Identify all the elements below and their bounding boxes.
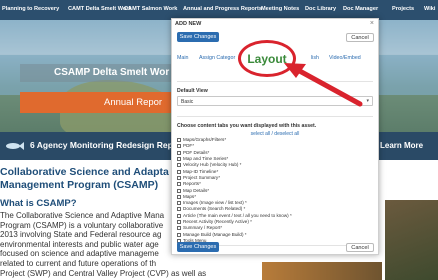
checkbox[interactable] (177, 232, 181, 237)
article-content: Collaborative Science and Adapta Managem… (0, 166, 207, 278)
nav-item-camt-delta-smelt-work[interactable]: CAMT Delta Smelt Work (68, 6, 132, 12)
hero-banner-title: CSAMP Delta Smelt Wor (20, 64, 174, 82)
hero-banner-annual-report-text: Annual Repor (104, 97, 163, 108)
content-tab-checklist: Maps/Graphs/Filters* PDF* PDF Details* M… (177, 137, 373, 244)
article-line: focused on science and adaptive manageme (0, 249, 159, 259)
hero-banner-title-text: CSAMP Delta Smelt Wor (54, 67, 170, 78)
nav-item-annual-progress-reports[interactable]: Annual and Progress Reports (183, 6, 262, 12)
checkbox[interactable] (177, 169, 181, 174)
bottom-photo (262, 262, 382, 280)
checklist-item-label: Documents (Search Related) * (183, 206, 246, 212)
checkbox[interactable] (177, 150, 181, 155)
checkbox[interactable] (177, 220, 181, 224)
save-changes-button-top[interactable]: Save Changes (177, 32, 219, 42)
checkbox[interactable] (177, 175, 181, 180)
checklist-item-label: Images (Image view / list text) * (183, 200, 247, 206)
chevron-down-icon: ▾ (366, 98, 369, 104)
checklist-item-label: Velocity Hub (Velocity Hub) * (183, 162, 242, 168)
cancel-button-bottom[interactable]: Cancel (346, 243, 374, 252)
checklist-item-label: Project Summary* (183, 174, 221, 180)
modal-title: ADD NEW (175, 21, 202, 27)
checklist-item-label: Article (The main event / text / all you… (183, 212, 292, 218)
nav-item-planning-to-recovery[interactable]: Planning to Recovery (2, 6, 59, 12)
article-line: The Collaborative Science and Adaptive M… (0, 211, 165, 220)
cancel-button-top[interactable]: Cancel (346, 33, 374, 42)
fish-icon (6, 142, 24, 150)
nav-item-doc-manager[interactable]: Doc Manager (343, 6, 378, 12)
checkbox[interactable] (177, 201, 181, 206)
checkbox[interactable] (177, 207, 181, 212)
top-navigation-bar: Planning to Recovery CAMT Delta Smelt Wo… (0, 0, 438, 20)
checkbox[interactable] (177, 188, 181, 193)
red-arrow-icon (284, 63, 363, 107)
checkbox[interactable] (177, 226, 181, 231)
checkbox[interactable] (177, 213, 181, 218)
learn-more-link[interactable]: Learn More (380, 141, 423, 150)
close-icon[interactable]: × (370, 20, 374, 27)
save-changes-button-bottom[interactable]: Save Changes (177, 242, 219, 252)
checklist-item-label: Summary / Report* (183, 225, 223, 231)
checklist-item-label: PDF* (183, 143, 194, 149)
article-line: Program (CSAMP) is a voluntary collabora… (0, 220, 164, 230)
checklist-item-label: Reports* (183, 181, 201, 187)
checklist-item-label: Manage Build (Manage Build) * (183, 231, 247, 237)
checklist-item-label: Maps/Graphs/Filters* (183, 137, 227, 143)
checkbox[interactable] (177, 163, 181, 168)
checklist-item-label: Map Details* (183, 187, 210, 193)
checkbox[interactable] (177, 144, 181, 149)
checklist-item-label: Map and Time Series* (183, 156, 229, 162)
nav-item-camt-salmon-work[interactable]: CAMT Salmon Work (124, 6, 177, 12)
article-heading-line-2: Management Program (CSAMP) (0, 179, 159, 191)
checkbox[interactable] (177, 157, 181, 162)
nav-item-doc-library[interactable]: Doc Library (305, 6, 336, 12)
add-new-modal: ADD NEW × Save Changes Cancel Main Assig… (171, 18, 379, 255)
hero-banner-annual-report[interactable]: Annual Repor (20, 92, 174, 113)
tab-main[interactable]: Main (177, 55, 188, 61)
side-photo (385, 200, 438, 280)
nav-item-meeting-notes[interactable]: Meeting Notes (261, 6, 299, 12)
tab-assign-category[interactable]: Assign Categor (199, 55, 235, 61)
article-subheading: What is CSAMP? (0, 198, 77, 209)
checklist-item-label: Recent Activity (Recently Active) * (183, 219, 252, 224)
divider (177, 116, 373, 117)
nav-item-projects[interactable]: Projects (392, 6, 414, 12)
default-view-label: Default View (177, 88, 208, 94)
nav-item-wiki[interactable]: Wiki (424, 6, 435, 12)
checkbox[interactable] (177, 138, 181, 143)
checklist-item-label: Map-ID Timeline* (183, 168, 219, 174)
checkbox[interactable] (177, 194, 181, 199)
article-heading-line-1: Collaborative Science and Adapta (0, 166, 169, 178)
ticker-headline[interactable]: 6 Agency Monitoring Redesign Rep (30, 140, 173, 150)
article-line: environmental interests and public water… (0, 239, 159, 249)
checkbox[interactable] (177, 182, 181, 187)
article-line: related to current and future operations… (0, 258, 157, 268)
default-view-value: Basic (181, 98, 194, 105)
article-line: 2013 involving State and Federal resourc… (0, 230, 162, 240)
article-line: Project (SWP) and Central Valley Project… (0, 268, 207, 278)
checklist-item-label: PDF Details* (183, 149, 210, 155)
checklist-item-label: Maps* (183, 193, 197, 199)
content-tabs-label: Choose content tabs you want displayed w… (177, 123, 317, 129)
